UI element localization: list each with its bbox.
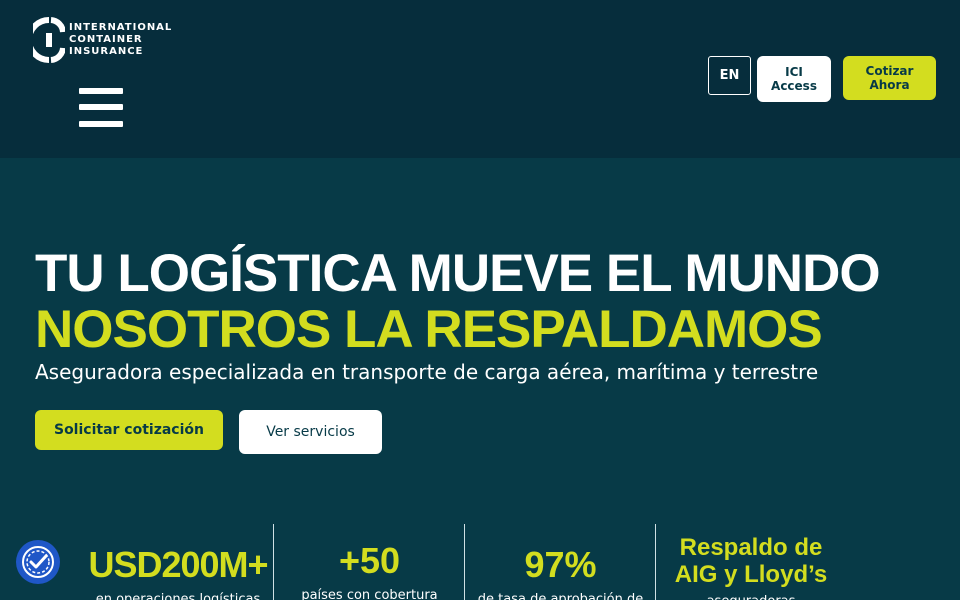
stat-value: 97% [524, 544, 597, 585]
stat-backing: Respaldo de AIG y Lloyd’s aseguradoras [656, 524, 846, 600]
hero-title-line1: TU LOGÍSTICA MUEVE EL MUNDO [35, 244, 881, 303]
ici-access-button[interactable]: ICI Access [757, 56, 831, 102]
logo-line: CONTAINER [69, 34, 143, 45]
stat-value: USD200M+ [88, 544, 268, 585]
hero-title: TU LOGÍSTICA MUEVE EL MUNDO NOSOTROS LA … [35, 244, 881, 359]
solicitar-cotizacion-button[interactable]: Solicitar cotización [35, 410, 223, 450]
stat-label: de tasa de aprobación de [477, 592, 644, 600]
stat-operations: USD200M+ en operaciones logísticas [82, 524, 274, 600]
logo-line: INTERNATIONAL [69, 22, 173, 33]
stat-label: en operaciones logísticas [95, 592, 261, 600]
logo-wordmark: INTERNATIONAL CONTAINER INSURANCE [69, 22, 172, 58]
stat-label: aseguradoras [656, 594, 846, 600]
accessibility-glyph [22, 546, 54, 578]
cotizar-ahora-button[interactable]: Cotizar Ahora [843, 56, 936, 100]
stat-label: países con cobertura [301, 588, 438, 600]
stat-approval-rate: 97% de tasa de aprobación de [465, 524, 656, 600]
stat-countries: +50 países con cobertura [274, 524, 465, 600]
ver-servicios-button[interactable]: Ver servicios [239, 410, 382, 454]
stat-value: +50 [338, 540, 401, 581]
hamburger-icon[interactable] [79, 88, 123, 128]
language-button[interactable]: EN [708, 56, 751, 95]
hero-subtitle: Aseguradora especializada en transporte … [35, 360, 819, 384]
logo-icon [33, 17, 65, 63]
hamburger-bar [79, 104, 123, 110]
brand-logo[interactable]: INTERNATIONAL CONTAINER INSURANCE [33, 17, 172, 63]
stat-value: Respaldo de AIG y Lloyd’s [674, 534, 828, 588]
hamburger-bar [79, 121, 123, 127]
logo-line: INSURANCE [69, 46, 144, 57]
hamburger-bar [79, 88, 123, 94]
hero-title-line2: NOSOTROS LA RESPALDAMOS [35, 300, 823, 359]
site-header: INTERNATIONAL CONTAINER INSURANCE EN ICI… [0, 0, 960, 158]
accessibility-icon[interactable] [16, 540, 60, 584]
